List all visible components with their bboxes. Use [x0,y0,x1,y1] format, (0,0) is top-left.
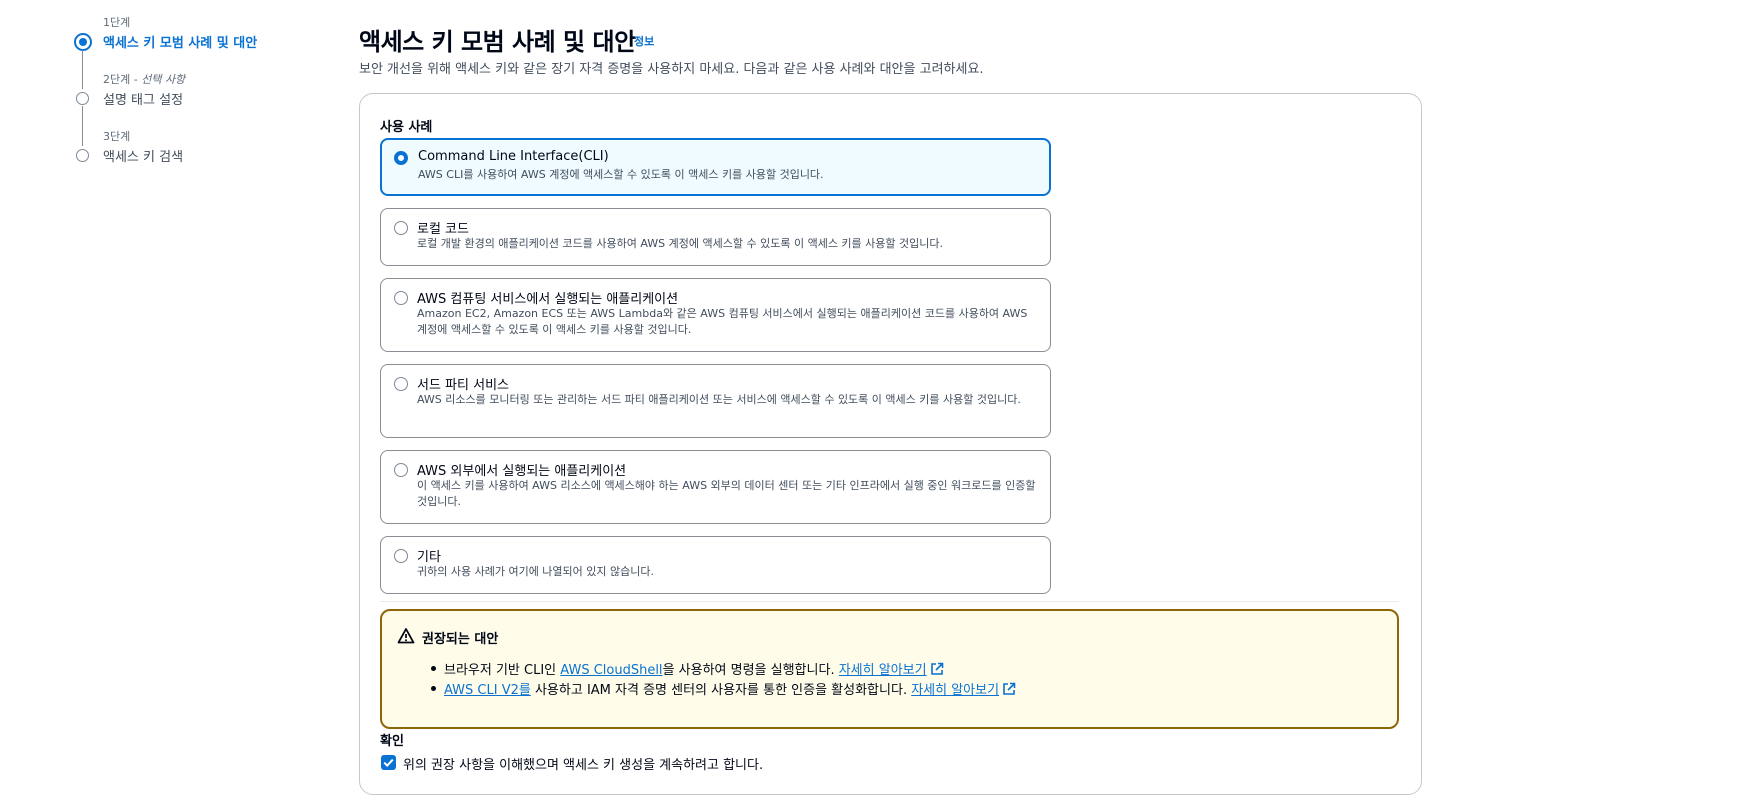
section-divider [380,601,1399,602]
info-link[interactable]: 정보 [634,33,654,49]
wizard-steps: 1단계 액세스 키 모범 사례 및 대안 2단계 - 선택 사항 설명 태그 설… [74,12,304,183]
tile-description: 이 액세스 키를 사용하여 AWS 리소스에 액세스해야 하는 AWS 외부의 … [417,479,1036,508]
step-indicator-icon [76,149,89,162]
learn-more-link[interactable]: 자세히 알아보기 [911,682,1016,698]
use-case-tile-third-party[interactable]: 서드 파티 서비스 AWS 리소스를 모니터링 또는 관리하는 서드 파티 애플… [380,364,1051,438]
page-title: 액세스 키 모범 사례 및 대안 [359,28,636,56]
learn-more-text: 자세히 알아보기 [838,663,927,678]
alert-title: 권장되는 대안 [422,632,499,647]
wizard-step-1[interactable]: 1단계 액세스 키 모범 사례 및 대안 [74,12,304,69]
tile-description: 귀하의 사용 사례가 여기에 나열되어 있지 않습니다. [417,565,654,578]
confirmation-label: 확인 [380,734,404,749]
use-case-tile-outside-aws[interactable]: AWS 외부에서 실행되는 애플리케이션 이 액세스 키를 사용하여 AWS 리… [380,450,1051,524]
list-text: 을 사용하여 명령을 실행합니다. [662,663,839,678]
tile-title: AWS 컴퓨팅 서비스에서 실행되는 애플리케이션 [417,292,679,307]
external-link-icon [930,662,943,675]
list-item: 브라우저 기반 CLI인 AWS CloudShell을 사용하여 명령을 실행… [430,659,1016,679]
list-item: AWS CLI V2를 사용하고 IAM 자격 증명 센터의 사용자를 통한 인… [430,679,1016,699]
wizard-step-2[interactable]: 2단계 - 선택 사항 설명 태그 설정 [74,69,304,126]
list-text: 브라우저 기반 CLI인 [444,663,561,678]
alert-list: 브라우저 기반 CLI인 AWS CloudShell을 사용하여 명령을 실행… [430,659,1016,699]
step-number-text: 2단계 - [103,73,142,86]
cloudshell-link[interactable]: AWS CloudShell [560,663,662,678]
step-number: 1단계 [103,16,131,29]
external-link-icon [1003,682,1016,695]
tile-description: 로컬 개발 환경의 애플리케이션 코드를 사용하여 AWS 계정에 액세스할 수… [417,237,944,250]
tile-title: 서드 파티 서비스 [417,378,509,393]
use-case-label: 사용 사례 [380,120,433,135]
use-case-tile-local-code[interactable]: 로컬 코드 로컬 개발 환경의 애플리케이션 코드를 사용하여 AWS 계정에 … [380,208,1051,266]
step-current-indicator-icon [74,33,92,51]
step-title: 설명 태그 설정 [103,93,184,108]
warning-icon [397,628,415,644]
step-number: 3단계 [103,130,131,143]
step-number: 2단계 - 선택 사항 [103,71,185,87]
step-title: 액세스 키 검색 [103,150,184,165]
check-icon [383,758,394,768]
step-optional-label: 선택 사항 [141,73,186,86]
radio-button[interactable] [394,291,408,305]
radio-button[interactable] [394,549,408,563]
step-indicator-icon [76,92,89,105]
tile-title: 로컬 코드 [417,222,469,237]
tile-description: AWS 리소스를 모니터링 또는 관리하는 서드 파티 애플리케이션 또는 서비… [417,393,1021,406]
use-case-tile-other[interactable]: 기타 귀하의 사용 사례가 여기에 나열되어 있지 않습니다. [380,536,1051,594]
radio-button-selected[interactable] [394,151,408,165]
list-text: 사용하고 IAM 자격 증명 센터의 사용자를 통한 인증을 활성화합니다. [530,683,912,698]
learn-more-link[interactable]: 자세히 알아보기 [838,662,944,678]
confirmation-text[interactable]: 위의 권장 사항을 이해했으며 액세스 키 생성을 계속하려고 합니다. [403,754,763,773]
use-case-tile-aws-compute[interactable]: AWS 컴퓨팅 서비스에서 실행되는 애플리케이션 Amazon EC2, Am… [380,278,1051,352]
use-case-tile-cli[interactable]: Command Line Interface(CLI) AWS CLI를 사용하… [380,138,1051,196]
recommended-alternatives-alert: 권장되는 대안 브라우저 기반 CLI인 AWS CloudShell을 사용하… [380,609,1399,729]
confirmation-checkbox[interactable] [381,755,396,770]
step-title[interactable]: 액세스 키 모범 사례 및 대안 [103,32,257,51]
cli-v2-link[interactable]: AWS CLI V2를 [444,683,531,698]
wizard-step-3[interactable]: 3단계 액세스 키 검색 [74,126,304,183]
tile-description: Amazon EC2, Amazon ECS 또는 AWS Lambda와 같은… [417,307,1028,336]
tile-title: 기타 [417,550,441,565]
learn-more-text: 자세히 알아보기 [911,683,1000,698]
radio-button[interactable] [394,377,408,391]
tile-description: AWS CLI를 사용하여 AWS 계정에 액세스할 수 있도록 이 액세스 키… [418,168,824,181]
tile-title: Command Line Interface(CLI) [418,149,609,164]
page-description: 보안 개선을 위해 액세스 키와 같은 장기 자격 증명을 사용하지 마세요. … [359,62,984,77]
radio-button[interactable] [394,463,408,477]
radio-button[interactable] [394,221,408,235]
tile-title: AWS 외부에서 실행되는 애플리케이션 [417,464,627,479]
